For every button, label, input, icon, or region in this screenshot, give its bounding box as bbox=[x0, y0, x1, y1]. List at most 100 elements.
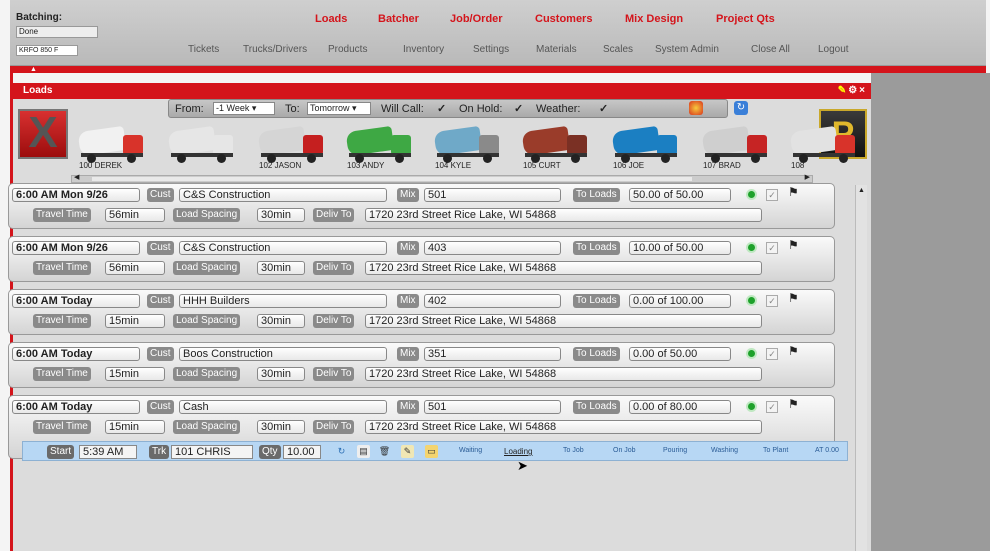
edit-note-icon[interactable]: ✎ bbox=[401, 445, 414, 458]
refresh-icon[interactable]: ↻ bbox=[734, 101, 748, 115]
submenu-products[interactable]: Products bbox=[328, 44, 367, 55]
customer-field[interactable]: C&S Construction bbox=[179, 241, 387, 255]
on-hold-checkbox[interactable]: ✓ bbox=[514, 102, 523, 115]
load-time-field[interactable]: 6:00 AM Today bbox=[12, 400, 140, 414]
delivery-address-field[interactable]: 1720 23rd Street Rice Lake, WI 54868 bbox=[365, 208, 762, 222]
travel-time-field[interactable]: 15min bbox=[105, 367, 165, 381]
scroll-left-arrow-icon[interactable]: ◀ bbox=[74, 173, 79, 181]
flag-icon[interactable]: ⚑ bbox=[788, 238, 802, 252]
weather-icon[interactable] bbox=[689, 101, 703, 115]
menu-project-qts[interactable]: Project Qts bbox=[716, 13, 775, 25]
load-spacing-field[interactable]: 30min bbox=[257, 314, 305, 328]
submenu-trucks-drivers[interactable]: Trucks/Drivers bbox=[243, 44, 307, 55]
travel-time-field[interactable]: 56min bbox=[105, 208, 165, 222]
submenu-inventory[interactable]: Inventory bbox=[403, 44, 444, 55]
load-spacing-field[interactable]: 30min bbox=[257, 367, 305, 381]
load-card[interactable]: 6:00 AM Mon 9/26 Cust C&S Construction Mix 4… bbox=[8, 236, 835, 282]
customer-field[interactable]: C&S Construction bbox=[179, 188, 387, 202]
delivery-address-field[interactable]: 1720 23rd Street Rice Lake, WI 54868 bbox=[365, 314, 762, 328]
trash-icon[interactable]: 🗑 bbox=[378, 445, 391, 458]
scroll-right-arrow-icon[interactable]: ▶ bbox=[805, 173, 810, 181]
to-loads-field[interactable]: 10.00 of 50.00 bbox=[629, 241, 731, 255]
collapse-arrow-icon[interactable]: ▲ bbox=[30, 66, 37, 73]
customer-field[interactable]: Boos Construction bbox=[179, 347, 387, 361]
load-time-field[interactable]: 6:00 AM Mon 9/26 bbox=[12, 188, 140, 202]
to-loads-field[interactable]: 0.00 of 80.00 bbox=[629, 400, 731, 414]
flag-icon[interactable]: ⚑ bbox=[788, 344, 802, 358]
qty-field[interactable]: 10.00 bbox=[283, 445, 321, 459]
truck-strip-scrollbar[interactable]: ◀ ▶ bbox=[71, 173, 813, 183]
submenu-materials[interactable]: Materials bbox=[536, 44, 577, 55]
mix-field[interactable]: 501 bbox=[424, 400, 561, 414]
panel-window-controls[interactable]: ✎⚙× bbox=[838, 85, 867, 96]
load-time-field[interactable]: 6:00 AM Today bbox=[12, 294, 140, 308]
truck-card[interactable]: 103 ANDY bbox=[345, 121, 415, 170]
menu-job-order[interactable]: Job/Order bbox=[450, 13, 503, 25]
truck-card[interactable]: 106 JOE bbox=[611, 121, 681, 170]
note-icon[interactable]: ✓ bbox=[766, 348, 778, 360]
load-card[interactable]: 6:00 AM Mon 9/26 Cust C&S Construction Mix 5… bbox=[8, 183, 835, 229]
submenu-system-admin[interactable]: System Admin bbox=[655, 44, 719, 55]
flag-icon[interactable]: ⚑ bbox=[788, 185, 802, 199]
travel-time-field[interactable]: 15min bbox=[105, 420, 165, 434]
batch-id-field[interactable]: KRFO 850 F bbox=[16, 45, 78, 56]
from-select[interactable]: -1 Week ▾ bbox=[213, 102, 275, 115]
note-icon[interactable]: ✓ bbox=[766, 295, 778, 307]
loads-vertical-scrollbar[interactable]: ▲ bbox=[855, 185, 867, 551]
document-icon[interactable]: ▤ bbox=[357, 445, 370, 458]
menu-customers[interactable]: Customers bbox=[535, 13, 592, 25]
stage-at[interactable]: AT 0.00 bbox=[815, 447, 839, 454]
delivery-address-field[interactable]: 1720 23rd Street Rice Lake, WI 54868 bbox=[365, 420, 762, 434]
to-loads-field[interactable]: 0.00 of 50.00 bbox=[629, 347, 731, 361]
start-load-icon[interactable] bbox=[746, 242, 757, 253]
load-spacing-field[interactable]: 30min bbox=[257, 208, 305, 222]
submenu-scales[interactable]: Scales bbox=[603, 44, 633, 55]
truck-card[interactable]: 107 BRAD bbox=[701, 121, 771, 170]
batching-status-field[interactable]: Done bbox=[16, 26, 98, 38]
load-time-field[interactable]: 6:00 AM Mon 9/26 bbox=[12, 241, 140, 255]
truck-card[interactable]: 104 KYLE bbox=[433, 121, 503, 170]
travel-time-field[interactable]: 15min bbox=[105, 314, 165, 328]
menu-batcher[interactable]: Batcher bbox=[378, 13, 419, 25]
truck-card[interactable] bbox=[167, 121, 237, 167]
delivery-address-field[interactable]: 1720 23rd Street Rice Lake, WI 54868 bbox=[365, 367, 762, 381]
stage-washing[interactable]: Washing bbox=[711, 447, 738, 454]
truck-card[interactable]: 105 CURT bbox=[521, 121, 591, 170]
load-card[interactable]: 6:00 AM Today Cust Boos Construction Mix 351… bbox=[8, 342, 835, 388]
submenu-tickets[interactable]: Tickets bbox=[188, 44, 219, 55]
customer-field[interactable]: Cash bbox=[179, 400, 387, 414]
recycle-icon[interactable]: ↻ bbox=[335, 445, 348, 458]
truck-card[interactable]: 100 DEREK bbox=[77, 121, 147, 170]
delivery-address-field[interactable]: 1720 23rd Street Rice Lake, WI 54868 bbox=[365, 261, 762, 275]
mix-field[interactable]: 403 bbox=[424, 241, 561, 255]
cancel-x-button[interactable]: X bbox=[18, 109, 68, 159]
folder-icon[interactable]: ▭ bbox=[425, 445, 438, 458]
note-icon[interactable]: ✓ bbox=[766, 401, 778, 413]
submenu-close-all[interactable]: Close All bbox=[751, 44, 790, 55]
scroll-up-arrow-icon[interactable]: ▲ bbox=[858, 187, 865, 194]
weather-checkbox[interactable]: ✓ bbox=[599, 102, 608, 115]
travel-time-field[interactable]: 56min bbox=[105, 261, 165, 275]
stage-to-plant[interactable]: To Plant bbox=[763, 447, 788, 454]
truck-card[interactable]: 102 JASON bbox=[257, 121, 327, 170]
ticket-row[interactable]: Start 5:39 AM Trk 101 CHRIS Qty 10.00 ↻ … bbox=[22, 441, 848, 461]
customer-field[interactable]: HHH Builders bbox=[179, 294, 387, 308]
settings-icon[interactable]: ⚙ bbox=[848, 85, 859, 96]
truck-strip-scroll-thumb[interactable] bbox=[92, 177, 692, 181]
start-load-icon[interactable] bbox=[746, 189, 757, 200]
to-loads-field[interactable]: 50.00 of 50.00 bbox=[629, 188, 731, 202]
load-time-field[interactable]: 6:00 AM Today bbox=[12, 347, 140, 361]
flag-icon[interactable]: ⚑ bbox=[788, 291, 802, 305]
to-loads-field[interactable]: 0.00 of 100.00 bbox=[629, 294, 731, 308]
truck-card[interactable]: 108 bbox=[789, 121, 859, 170]
mix-field[interactable]: 402 bbox=[424, 294, 561, 308]
note-icon[interactable]: ✓ bbox=[766, 242, 778, 254]
stage-on-job[interactable]: On Job bbox=[613, 447, 636, 454]
mix-field[interactable]: 501 bbox=[424, 188, 561, 202]
menu-loads[interactable]: Loads bbox=[315, 13, 347, 25]
flag-icon[interactable]: ⚑ bbox=[788, 397, 802, 411]
stage-pouring[interactable]: Pouring bbox=[663, 447, 687, 454]
start-time-field[interactable]: 5:39 AM bbox=[79, 445, 137, 459]
submenu-logout[interactable]: Logout bbox=[818, 44, 849, 55]
menu-mix-design[interactable]: Mix Design bbox=[625, 13, 683, 25]
